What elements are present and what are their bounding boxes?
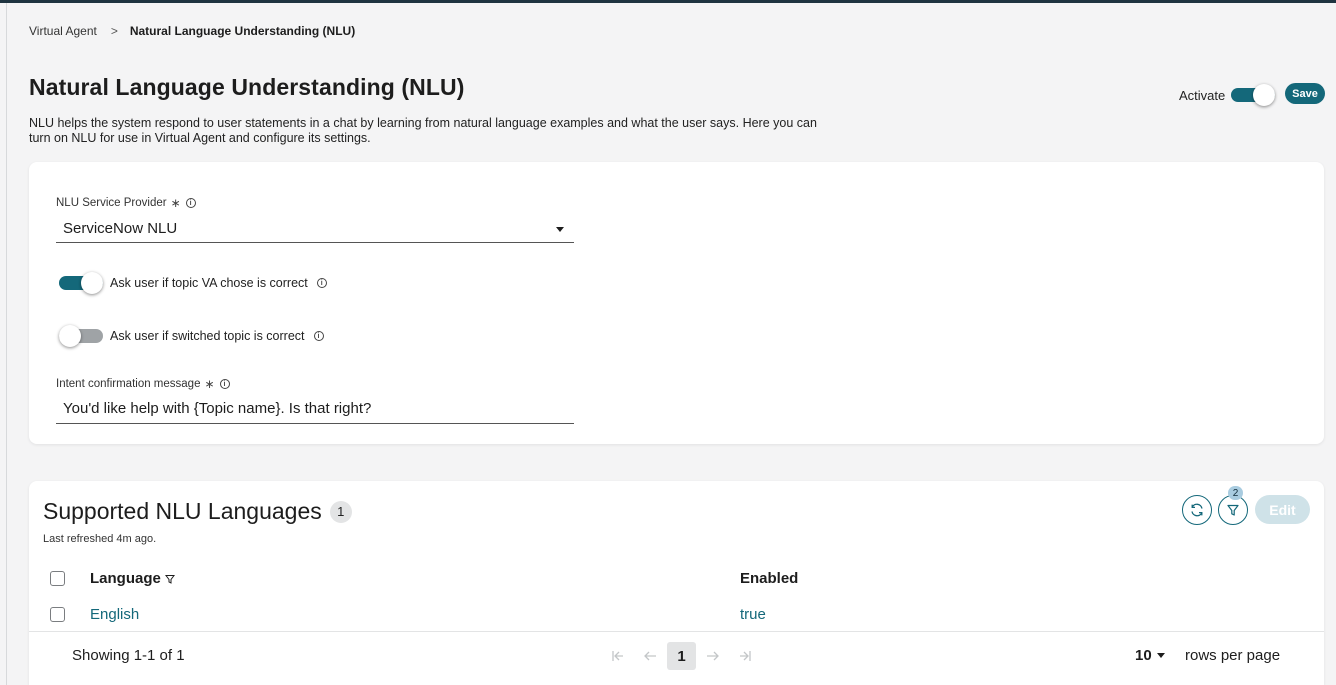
provider-select[interactable]: ServiceNow NLU — [56, 214, 574, 243]
breadcrumb-virtual-agent[interactable]: Virtual Agent — [29, 24, 97, 38]
column-header-enabled[interactable]: Enabled — [740, 570, 798, 587]
breadcrumb: Virtual Agent > Natural Language Underst… — [29, 24, 355, 38]
intent-label-row: Intent confirmation message ∗ i — [56, 377, 230, 391]
provider-select-value: ServiceNow NLU — [63, 219, 178, 237]
chevron-down-icon — [1156, 653, 1165, 658]
last-refreshed: Last refreshed 4m ago. — [43, 533, 157, 545]
next-page-icon[interactable] — [697, 642, 729, 670]
save-button[interactable]: Save — [1285, 83, 1325, 104]
breadcrumb-separator: > — [110, 24, 118, 38]
column-label-language: Language — [90, 570, 161, 587]
rows-per-page-label: rows per page — [1185, 647, 1281, 664]
column-filter-icon — [164, 574, 175, 584]
prev-page-icon[interactable] — [634, 642, 666, 670]
languages-list-card: Supported NLU Languages 1 Last refreshed… — [29, 481, 1324, 685]
current-page[interactable]: 1 — [667, 642, 696, 670]
ask-topic-row: Ask user if topic VA chose is correct i — [59, 272, 327, 294]
intent-message-input[interactable]: You'd like help with {Topic name}. Is th… — [56, 394, 574, 424]
ask-switch-row: Ask user if switched topic is correct i — [59, 325, 324, 347]
filter-count-badge: 2 — [1228, 486, 1243, 500]
required-icon: ∗ — [170, 196, 181, 210]
edit-button[interactable]: Edit — [1255, 495, 1310, 524]
list-footer: Showing 1-1 of 1 1 10 rows per page — [29, 631, 1324, 685]
rows-per-page-select[interactable]: 10 — [1135, 647, 1165, 664]
breadcrumb-current: Natural Language Understanding (NLU) — [129, 24, 356, 38]
top-bar — [0, 0, 1336, 3]
required-icon: ∗ — [204, 377, 215, 391]
rows-per-page-value: 10 — [1135, 647, 1152, 664]
row-checkbox[interactable] — [50, 607, 65, 622]
page-title: Natural Language Understanding (NLU) — [29, 74, 465, 100]
info-icon[interactable]: i — [316, 278, 327, 288]
activate-toggle[interactable] — [1231, 84, 1276, 106]
language-cell-link[interactable]: English — [90, 606, 139, 623]
first-page-icon[interactable] — [602, 642, 634, 670]
refresh-icon — [1191, 503, 1203, 517]
intent-message-value: You'd like help with {Topic name}. Is th… — [63, 400, 372, 417]
pagination: 1 — [602, 642, 761, 670]
nlu-settings-card: NLU Service Provider ∗ i ServiceNow NLU … — [29, 162, 1324, 444]
ask-topic-toggle[interactable] — [59, 272, 103, 294]
last-page-icon[interactable] — [729, 642, 761, 670]
ask-switch-label: Ask user if switched topic is correct — [110, 329, 305, 343]
showing-count: Showing 1-1 of 1 — [72, 647, 185, 664]
list-title: Supported NLU Languages — [43, 498, 322, 524]
refresh-button[interactable] — [1182, 495, 1212, 525]
ask-topic-label: Ask user if topic VA chose is correct — [110, 276, 308, 290]
activate-toggle-knob — [1253, 84, 1276, 106]
left-border — [6, 3, 7, 685]
info-icon[interactable]: i — [313, 331, 324, 341]
provider-label-row: NLU Service Provider ∗ i — [56, 196, 196, 210]
page-description: NLU helps the system respond to user sta… — [29, 116, 817, 145]
ask-switch-toggle[interactable] — [59, 325, 103, 347]
filter-icon — [1227, 504, 1239, 516]
select-all-checkbox[interactable] — [50, 571, 65, 586]
activate-control: Activate — [1179, 84, 1276, 106]
provider-label: NLU Service Provider — [56, 197, 167, 209]
ask-switch-toggle-knob — [59, 325, 81, 347]
record-count-badge: 1 — [329, 500, 352, 523]
list-title-row: Supported NLU Languages 1 — [43, 498, 352, 525]
column-label-enabled: Enabled — [740, 570, 799, 587]
info-icon[interactable]: i — [185, 198, 196, 208]
intent-label: Intent confirmation message — [56, 378, 201, 390]
chevron-down-icon — [556, 227, 564, 232]
info-icon[interactable]: i — [219, 379, 230, 389]
enabled-cell-link[interactable]: true — [740, 606, 766, 623]
column-header-language[interactable]: Language — [90, 570, 175, 587]
ask-topic-toggle-knob — [81, 272, 103, 294]
activate-label: Activate — [1179, 87, 1226, 103]
